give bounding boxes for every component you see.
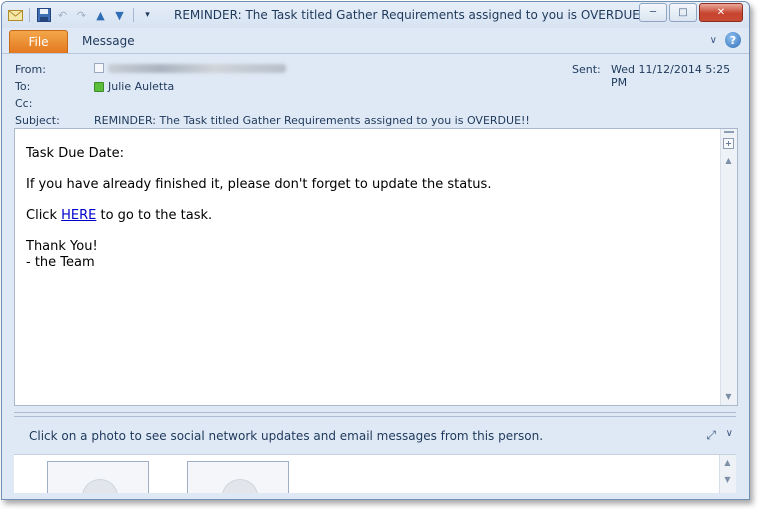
message-body[interactable]: Task Due Date: If you have already finis…	[14, 128, 738, 406]
customize-toolbar-icon[interactable]: ▾	[140, 8, 155, 23]
reminder-line: If you have already finished it, please …	[26, 177, 492, 192]
sent-value: Wed 11/12/2014 5:25 PM	[611, 63, 731, 89]
scroll-up-icon[interactable]: ▲	[722, 154, 735, 167]
maximize-button[interactable]: □	[669, 3, 697, 22]
ribbon-tabs: File Message ∨ ?	[2, 29, 749, 54]
subject-label: Subject:	[15, 114, 60, 127]
redo-icon[interactable]: ↷	[74, 8, 89, 23]
task-link[interactable]: HERE	[61, 208, 96, 223]
collapse-people-pane-icon[interactable]: ∨	[726, 428, 733, 439]
tab-message[interactable]: Message	[82, 34, 135, 48]
presence-online-icon	[94, 81, 104, 92]
cc-label: Cc:	[15, 97, 33, 110]
ribbon-help-area: ∨ ?	[710, 32, 741, 48]
to-label: To:	[15, 80, 31, 93]
people-pane-text: Click on a photo to see social network u…	[29, 429, 544, 443]
people-pane-scrollbar[interactable]: ▲ ▼	[719, 455, 736, 493]
tab-file[interactable]: File	[9, 30, 68, 53]
body-scrollbar[interactable]: ▲ ▼	[720, 129, 737, 405]
subject-value: REMINDER: The Task titled Gather Require…	[94, 114, 530, 127]
signature-line: - the Team	[26, 255, 95, 270]
minimize-ribbon-icon[interactable]: ∨	[710, 35, 717, 46]
click-prefix: Click	[26, 208, 62, 223]
expand-people-pane-icon[interactable]: ⤢	[706, 428, 716, 443]
people-pane-splitter[interactable]	[14, 412, 736, 417]
title-bar: ↶ ↷ ▲ ▼ ▾ REMINDER: The Task titled Gath…	[2, 2, 749, 28]
contact-photo[interactable]	[187, 461, 289, 493]
message-window: ↶ ↷ ▲ ▼ ▾ REMINDER: The Task titled Gath…	[1, 1, 750, 500]
save-icon[interactable]	[36, 8, 51, 23]
to-recipient[interactable]: Julie Auletta	[94, 80, 174, 93]
undo-icon[interactable]: ↶	[55, 8, 70, 23]
people-pane-photos: ▲ ▼	[14, 454, 736, 493]
previous-item-icon[interactable]: ▲	[93, 8, 108, 23]
toolbar-separator	[29, 8, 30, 22]
split-grip[interactable]	[724, 131, 734, 133]
quick-access-toolbar: ↶ ↷ ▲ ▼ ▾	[8, 7, 155, 23]
next-item-icon[interactable]: ▼	[112, 8, 127, 23]
people-pane-header: Click on a photo to see social network u…	[14, 420, 736, 452]
scroll-down-icon[interactable]: ▼	[722, 390, 735, 403]
to-value: Julie Auletta	[108, 80, 175, 93]
person-silhouette-icon	[222, 479, 258, 493]
person-silhouette-icon	[82, 479, 118, 493]
thanks-line: Thank You!	[26, 239, 98, 254]
close-button[interactable]: ✕	[699, 3, 743, 22]
presence-unknown-icon	[94, 63, 104, 73]
from-value[interactable]	[94, 63, 286, 73]
click-line: Click HERE to go to the task.	[26, 208, 716, 224]
click-suffix: to go to the task.	[96, 208, 213, 223]
window-title: REMINDER: The Task titled Gather Require…	[174, 8, 644, 22]
scroll-up-icon[interactable]: ▲	[721, 456, 734, 469]
from-label: From:	[15, 63, 46, 76]
sent-label: Sent:	[572, 63, 601, 76]
minimize-button[interactable]: ─	[639, 3, 667, 22]
due-date-line: Task Due Date:	[26, 146, 125, 161]
message-header: From: Sent: Wed 11/12/2014 5:25 PM To: J…	[2, 54, 749, 128]
mail-app-icon[interactable]	[8, 8, 23, 23]
maximize-icon: □	[678, 7, 688, 18]
message-content: Task Due Date: If you have already finis…	[26, 146, 716, 286]
window-controls: ─ □ ✕	[639, 3, 743, 22]
help-icon[interactable]: ?	[725, 32, 741, 48]
minimize-icon: ─	[649, 7, 657, 18]
close-icon: ✕	[716, 7, 726, 18]
scroll-down-icon[interactable]: ▼	[721, 473, 734, 486]
zoom-icon[interactable]	[722, 137, 735, 150]
toolbar-separator	[133, 8, 134, 22]
contact-photo[interactable]	[47, 461, 149, 493]
sender-address-redacted	[108, 63, 286, 73]
